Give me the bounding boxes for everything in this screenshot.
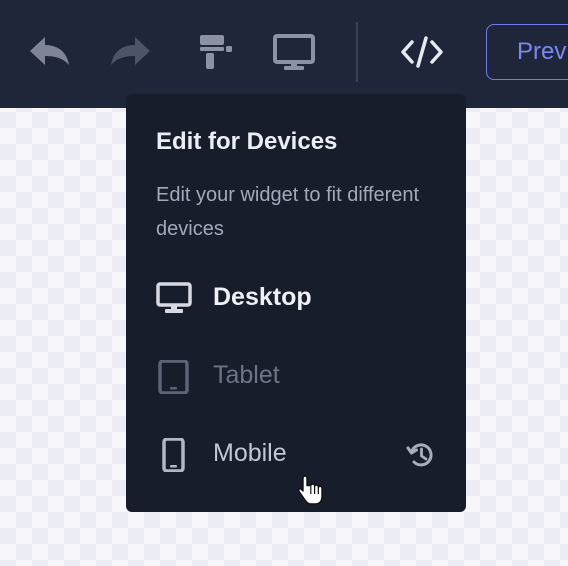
code-button[interactable] [398, 30, 446, 74]
popover-description: Edit your widget to fit different device… [156, 184, 420, 240]
undo-button[interactable] [26, 30, 74, 74]
toolbar-divider [356, 22, 358, 82]
monitor-icon [156, 282, 192, 313]
redo-button[interactable] [106, 30, 154, 74]
device-option-tablet[interactable]: Tablet [156, 354, 446, 398]
popover-title: Edit for Devices [156, 128, 338, 155]
tablet-icon [158, 360, 189, 394]
paint-button[interactable] [190, 30, 238, 74]
top-toolbar: Prev [0, 0, 568, 108]
monitor-icon [273, 34, 315, 70]
history-icon[interactable] [406, 440, 436, 470]
phone-icon [162, 438, 185, 472]
device-option-desktop[interactable]: Desktop [156, 276, 446, 320]
code-icon [401, 36, 443, 68]
device-label: Desktop [213, 283, 312, 311]
device-option-mobile[interactable]: Mobile [156, 432, 446, 476]
paint-roller-icon [200, 35, 232, 69]
redo-icon [111, 37, 150, 65]
edit-devices-popover: Edit for Devices Edit your widget to fit… [126, 94, 466, 512]
hand-pointer-icon [298, 475, 323, 505]
device-label: Mobile [213, 439, 287, 467]
device-toggle-button[interactable] [270, 30, 318, 74]
device-label: Tablet [213, 361, 280, 389]
undo-icon [30, 37, 69, 65]
preview-button[interactable]: Prev [486, 24, 568, 80]
